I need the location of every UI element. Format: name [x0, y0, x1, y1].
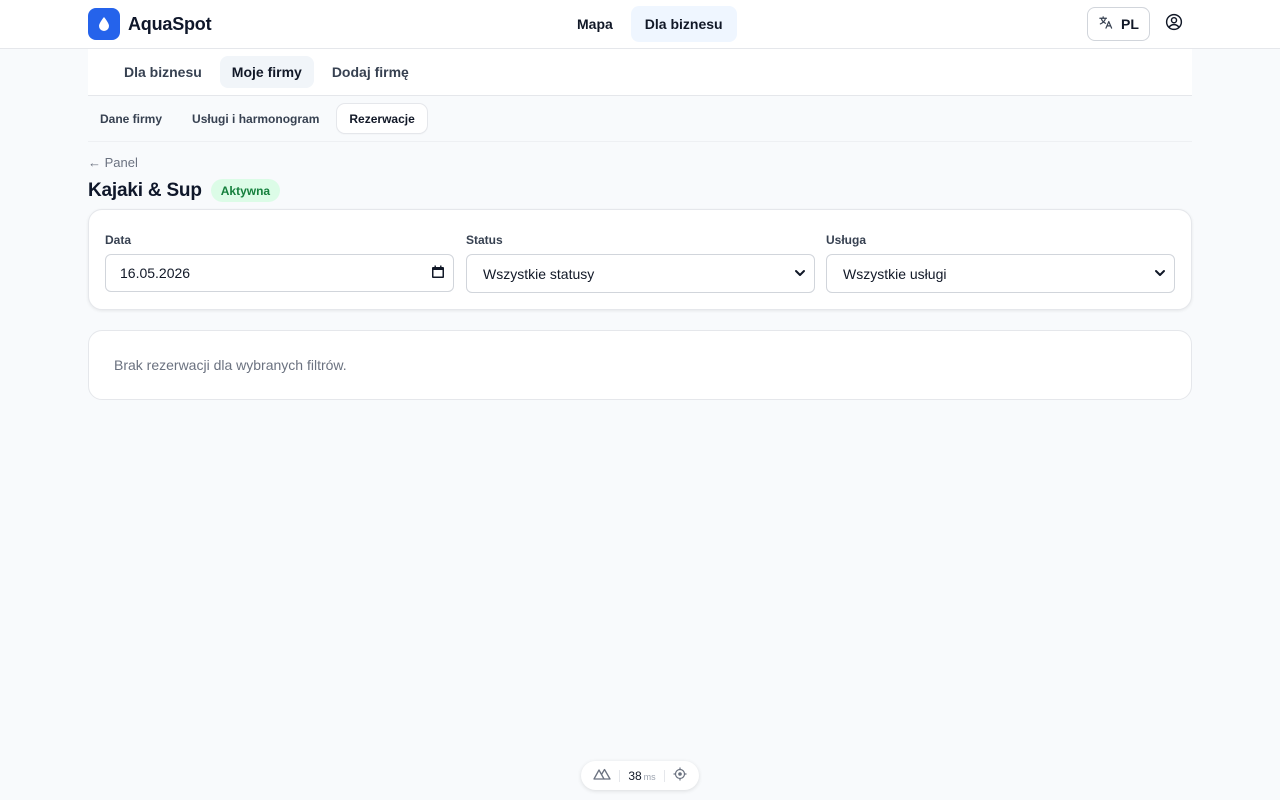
top-bar: AquaSpot Mapa Dla biznesu PL — [0, 0, 1280, 49]
language-label: PL — [1121, 16, 1139, 32]
empty-message: Brak rezerwacji dla wybranych filtrów. — [114, 357, 347, 373]
reservations-empty-state: Brak rezerwacji dla wybranych filtrów. — [88, 330, 1192, 400]
user-menu-button[interactable] — [1163, 13, 1185, 35]
nav-item-business[interactable]: Dla biznesu — [630, 6, 737, 42]
tab-company-details[interactable]: Dane firmy — [88, 104, 174, 133]
divider — [663, 769, 665, 782]
subnav-item-business[interactable]: Dla biznesu — [112, 56, 214, 88]
date-filter-label: Data — [105, 233, 132, 247]
tab-services-schedule[interactable]: Usługi i harmonogram — [180, 104, 331, 133]
render-time: 38 ms — [628, 768, 656, 783]
date-value: 16.05.2026 — [120, 265, 191, 281]
translate-icon — [1098, 15, 1113, 33]
service-select-value: Wszystkie usługi — [843, 265, 947, 282]
chevron-down-icon — [794, 266, 806, 282]
status-select-value: Wszystkie statusy — [483, 265, 595, 282]
status-filter: Status Wszystkie statusy — [466, 233, 815, 293]
service-filter-label: Usługa — [826, 233, 867, 247]
app-name: AquaSpot — [128, 13, 212, 34]
calendar-icon[interactable] — [431, 265, 445, 282]
user-circle-icon — [1165, 13, 1183, 36]
page-title: Kajaki & Sup — [88, 179, 202, 201]
company-tabs: Dane firmy Usługi i harmonogram Rezerwac… — [88, 96, 1192, 142]
filters-card: Data 16.05.2026 Status Wszystkie statusy… — [88, 209, 1192, 310]
date-input[interactable]: 16.05.2026 — [105, 254, 454, 292]
status-select[interactable]: Wszystkie statusy — [466, 254, 815, 293]
divider — [619, 769, 621, 782]
devtools-pill[interactable]: 38 ms — [581, 761, 699, 790]
subnav-item-my-companies[interactable]: Moje firmy — [219, 56, 314, 88]
droplet-icon — [88, 8, 120, 40]
nav-item-map[interactable]: Mapa — [563, 6, 627, 42]
framework-logo-icon[interactable] — [593, 768, 611, 783]
service-filter: Usługa Wszystkie usługi — [826, 233, 1175, 293]
subnav-item-add-company[interactable]: Dodaj firmę — [320, 56, 421, 88]
status-badge: Aktywna — [210, 179, 281, 202]
crosshair-icon[interactable] — [673, 767, 687, 784]
chevron-down-icon — [1154, 266, 1166, 282]
back-to-panel-link[interactable]: ← Panel — [88, 155, 138, 170]
status-filter-label: Status — [466, 233, 503, 247]
main-nav: Mapa Dla biznesu — [563, 6, 737, 42]
tab-reservations[interactable]: Rezerwacje — [337, 104, 427, 133]
app-logo[interactable]: AquaSpot — [88, 8, 212, 40]
title-row: Kajaki & Sup Aktywna — [88, 179, 281, 202]
language-button[interactable]: PL — [1087, 7, 1150, 41]
business-subnav: Dla biznesu Moje firmy Dodaj firmę — [88, 49, 1192, 96]
date-filter: Data 16.05.2026 — [105, 233, 454, 292]
service-select[interactable]: Wszystkie usługi — [826, 254, 1175, 293]
